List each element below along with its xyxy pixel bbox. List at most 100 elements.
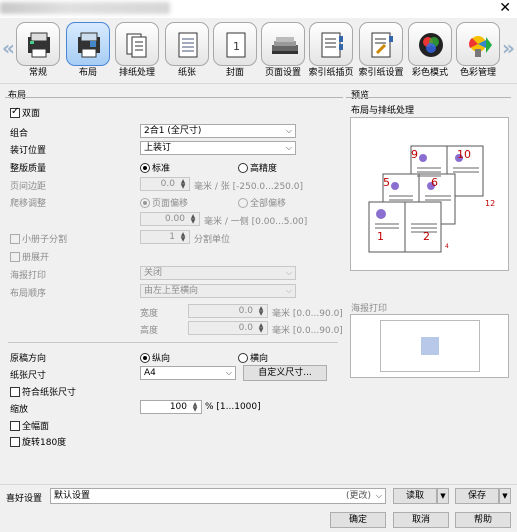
- shift-page-radio[interactable]: 页面偏移: [140, 196, 188, 209]
- tab-insert-icon: [309, 22, 353, 66]
- color-management-icon: [456, 22, 500, 66]
- shift-label: 爬移调整: [10, 199, 47, 209]
- booklet-preview-graphic: 9 10 5 6 1 2 12 4: [368, 145, 495, 253]
- tab-paper[interactable]: 纸张: [162, 20, 212, 82]
- tab-page-setup[interactable]: 页面设置: [258, 20, 308, 82]
- height-label: 高度: [140, 326, 159, 336]
- printer-icon: [16, 22, 60, 66]
- radio-on-icon: [140, 198, 150, 208]
- shift-all-radio[interactable]: 全部偏移: [238, 196, 286, 209]
- close-icon[interactable]: ✕: [499, 0, 511, 16]
- height-input[interactable]: 0.0 ▲ ▼: [188, 321, 268, 335]
- page-number: 4: [445, 243, 449, 250]
- blurred-window-title: [0, 2, 170, 14]
- help-button[interactable]: 帮助: [455, 512, 511, 528]
- spinner-icon[interactable]: ▲ ▼: [178, 179, 188, 190]
- checkbox-icon: [10, 437, 20, 447]
- radio-off-icon: [238, 163, 248, 173]
- chevron-down-icon: ⌵: [285, 286, 292, 295]
- ok-button[interactable]: 确定: [330, 512, 386, 528]
- poster-tile: [421, 337, 439, 355]
- zoom-unit: % [1...1000]: [205, 402, 261, 412]
- spinner-icon[interactable]: ▲ ▼: [256, 306, 266, 317]
- combine-select[interactable]: 2合1 (全尺寸) ⌵: [140, 124, 296, 138]
- preview-image: 9 10 5 6 1 2 12 4: [350, 117, 509, 271]
- page-setup-icon: [261, 22, 305, 66]
- cancel-button[interactable]: 取消: [393, 512, 449, 528]
- chevron-down-icon: ⌵: [375, 491, 382, 500]
- spinner-icon[interactable]: ▲ ▼: [256, 323, 266, 334]
- fit-paper-checkbox[interactable]: 符合纸张尺寸: [10, 385, 76, 398]
- page-margin-unit: 毫米 / 张 [-250.0...250.0]: [194, 182, 303, 192]
- poster-label: 海报打印: [10, 271, 47, 281]
- chevron-down-icon: ⌵: [285, 143, 292, 152]
- spinner-icon[interactable]: ▲ ▼: [178, 232, 188, 243]
- shift-input[interactable]: 0.00 ▲ ▼: [140, 212, 200, 226]
- favorites-label: 喜好设置: [6, 494, 43, 504]
- title-bar: ✕: [0, 0, 517, 18]
- booklet-split-input[interactable]: 1 ▲ ▼: [140, 230, 190, 244]
- tab-general[interactable]: 常规: [13, 20, 63, 82]
- duplex-check-icon: [10, 106, 20, 118]
- poster-preview-title: 海报打印: [351, 304, 388, 314]
- page-margin-label: 页间边距: [10, 182, 47, 192]
- load-button[interactable]: 读取: [393, 488, 437, 504]
- load-dropdown-icon[interactable]: ▼: [437, 488, 449, 504]
- tab-tab-insert[interactable]: 索引纸插页: [306, 20, 356, 82]
- page-margin-input[interactable]: 0.0 ▲ ▼: [140, 177, 190, 191]
- paper-icon: [165, 22, 209, 66]
- order-select[interactable]: 由左上至横向 ⌵: [140, 284, 296, 298]
- checkbox-icon: [10, 234, 20, 244]
- zoom-label: 缩放: [10, 405, 29, 415]
- rotate-checkbox[interactable]: 旋转180度: [10, 435, 66, 448]
- quality-label: 整版质量: [10, 164, 47, 174]
- svg-text:1: 1: [233, 40, 240, 53]
- booklet-split-unit: 分割单位: [194, 235, 231, 245]
- quality-high-radio[interactable]: 高精度: [238, 161, 277, 174]
- width-unit: 毫米 [0.0...90.0]: [272, 309, 343, 319]
- page-number: 2: [423, 230, 430, 243]
- color-mode-icon: [408, 22, 452, 66]
- preview-subtitle: 布局与排纸处理: [351, 106, 415, 116]
- binding-select[interactable]: 上装订 ⌵: [140, 141, 296, 155]
- save-dropdown-icon[interactable]: ▼: [499, 488, 511, 504]
- tab-settings-icon: [359, 22, 403, 66]
- save-button[interactable]: 保存: [455, 488, 499, 504]
- width-input[interactable]: 0.0 ▲ ▼: [188, 304, 268, 318]
- tab-color-management[interactable]: 色彩管理: [453, 20, 503, 82]
- radio-off-icon: [238, 198, 248, 208]
- tab-layout[interactable]: 布局: [63, 20, 113, 82]
- tab-finishing[interactable]: 排纸处理: [112, 20, 162, 82]
- custom-size-button[interactable]: 自定义尺寸...: [243, 365, 327, 381]
- fullbleed-checkbox[interactable]: 全幅面: [10, 419, 49, 432]
- checkbox-icon: [10, 387, 20, 397]
- scroll-right-icon[interactable]: »: [502, 36, 515, 60]
- page-number: 6: [431, 176, 438, 189]
- tab-tab-settings[interactable]: 索引纸设置: [356, 20, 406, 82]
- quality-standard-radio[interactable]: 标准: [140, 161, 170, 174]
- spread-checkbox[interactable]: 册展开: [10, 250, 49, 263]
- checkbox-icon: [10, 421, 20, 431]
- tab-cover[interactable]: 1 封面: [210, 20, 260, 82]
- shift-unit: 毫米 / 一侧 [0.00...5.00]: [204, 217, 308, 227]
- landscape-radio[interactable]: 横向: [238, 351, 268, 364]
- layout-icon: [66, 22, 110, 66]
- page-number: 9: [411, 148, 418, 161]
- chevron-down-icon: ⌵: [285, 126, 292, 135]
- paper-size-select[interactable]: A4 ⌵: [140, 366, 236, 380]
- radio-off-icon: [238, 353, 248, 363]
- tab-color-mode[interactable]: 彩色模式: [405, 20, 455, 82]
- duplex-checkbox[interactable]: 双面: [10, 106, 40, 119]
- spinner-icon[interactable]: ▲ ▼: [188, 214, 198, 225]
- poster-select[interactable]: 关闭 ⌵: [140, 266, 296, 280]
- spinner-icon[interactable]: ▲ ▼: [190, 402, 200, 413]
- page-number: 5: [383, 176, 390, 189]
- portrait-radio[interactable]: 纵向: [140, 351, 170, 364]
- booklet-split-checkbox[interactable]: 小册子分割: [10, 232, 67, 245]
- order-label: 布局顺序: [10, 289, 47, 299]
- combine-label: 组合: [10, 129, 29, 139]
- favorites-select[interactable]: 默认设置 (更改) ⌵: [50, 488, 386, 504]
- page-number: 1: [377, 230, 384, 243]
- height-unit: 毫米 [0.0...90.0]: [272, 326, 343, 336]
- zoom-input[interactable]: 100 ▲ ▼: [140, 400, 202, 414]
